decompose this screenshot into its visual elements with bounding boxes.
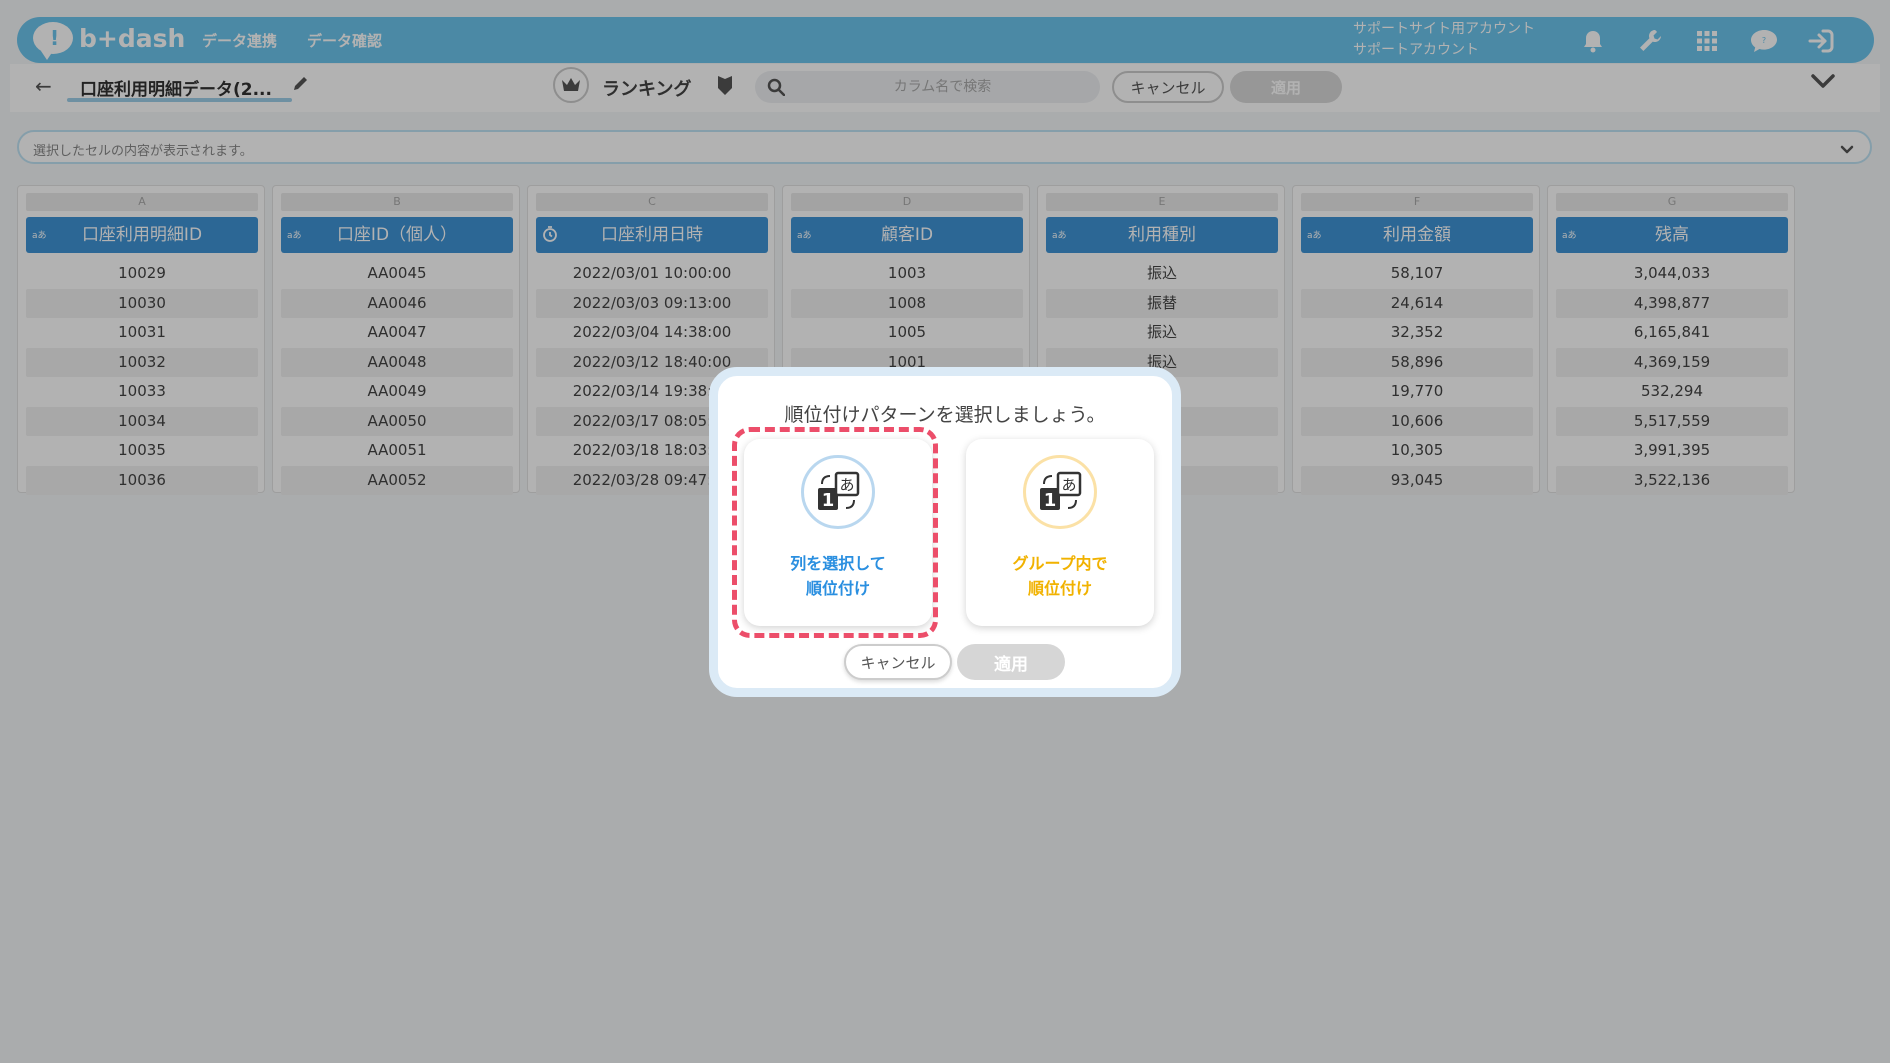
ranking-pattern-modal: 順位付けパターンを選択しましょう。 1 あ 列を選択して 順位付け 1 あ グル… bbox=[709, 367, 1181, 697]
option2-label: グループ内で 順位付け bbox=[966, 551, 1154, 601]
modal-apply-button[interactable]: 適用 bbox=[957, 644, 1065, 680]
selection-highlight bbox=[732, 427, 938, 638]
option2-line1: グループ内で bbox=[1012, 554, 1108, 573]
option-group-ranking[interactable]: 1 あ グループ内で 順位付け bbox=[966, 439, 1154, 626]
svg-text:1: 1 bbox=[1044, 490, 1057, 511]
rank-sort-icon: 1 あ bbox=[1023, 455, 1097, 529]
modal-title: 順位付けパターンを選択しましょう。 bbox=[784, 404, 1106, 426]
modal-cancel-button[interactable]: キャンセル bbox=[844, 644, 952, 680]
svg-text:あ: あ bbox=[1061, 476, 1076, 494]
option2-line2: 順位付け bbox=[1027, 579, 1092, 598]
